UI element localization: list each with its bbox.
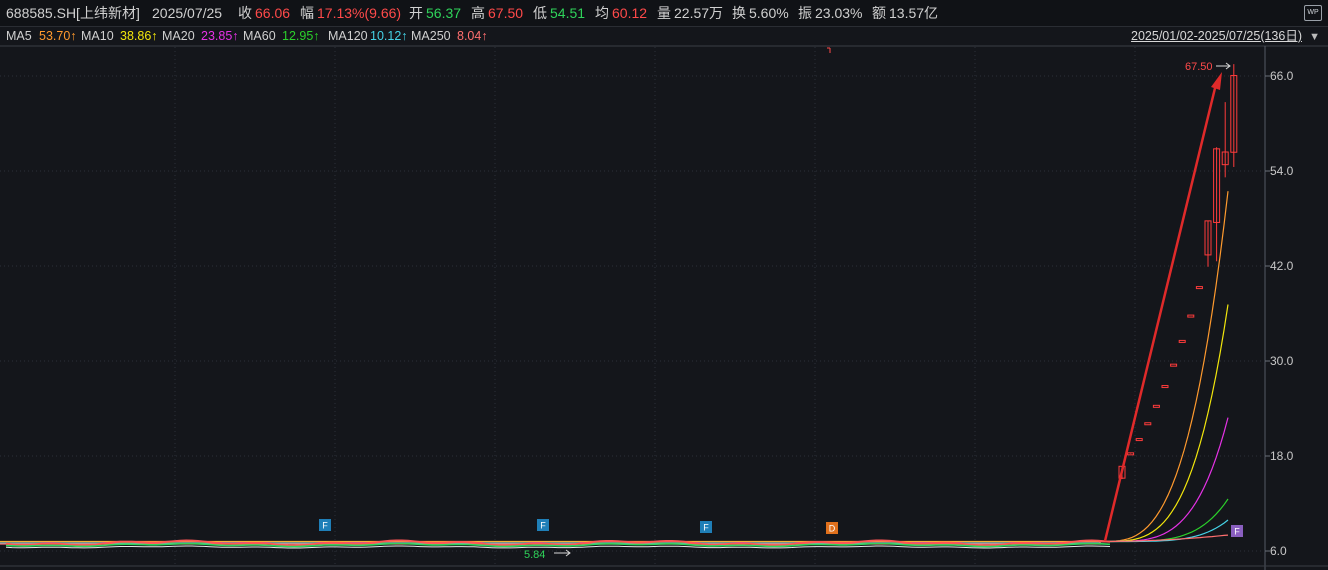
moving-average-lines (0, 191, 1229, 545)
trend-arrow (1103, 83, 1218, 542)
ma-line-2 (0, 417, 1229, 544)
candle-body (1127, 452, 1135, 456)
event-marker-text: F (540, 521, 546, 531)
event-marker-text: F (322, 521, 328, 531)
y-axis-ticks: 66.0 54.0 42.0 30.0 18.0 6.0 (1265, 69, 1294, 558)
y-tick-label: 54.0 (1270, 164, 1294, 178)
candle-body (1195, 286, 1203, 290)
event-marker-text: F (1234, 527, 1240, 537)
ma-line-3 (0, 498, 1229, 544)
trend-arrow-head (1211, 72, 1222, 90)
candle-body (1170, 363, 1178, 367)
event-marker-text: F (703, 523, 709, 533)
chart-grid (0, 45, 1328, 570)
event-marker-text: D (829, 524, 836, 534)
candle-body (1144, 422, 1152, 426)
y-tick-label: 66.0 (1270, 69, 1294, 83)
ma-line-1 (0, 304, 1229, 543)
high-price-label: 67.50 (1185, 61, 1213, 73)
y-tick-label: 18.0 (1270, 449, 1294, 463)
candle-body (1152, 404, 1160, 408)
candle-body (1187, 314, 1195, 318)
y-tick-label: 30.0 (1270, 354, 1294, 368)
candles (1118, 64, 1238, 479)
y-tick-label: 42.0 (1270, 259, 1294, 273)
candlestick-chart[interactable]: 66.0 54.0 42.0 30.0 18.0 6.0 67.50 5.84 F F F D F (0, 0, 1328, 570)
event-markers[interactable]: FFFDF (319, 519, 1243, 537)
candle-body (1135, 438, 1143, 442)
candle-body (1161, 385, 1169, 389)
low-price-label: 5.84 (524, 549, 545, 561)
candle-body (1178, 339, 1186, 343)
ma-line-0 (0, 191, 1229, 543)
annotations: 67.50 5.84 (524, 61, 1231, 561)
y-tick-label: 6.0 (1270, 544, 1287, 558)
